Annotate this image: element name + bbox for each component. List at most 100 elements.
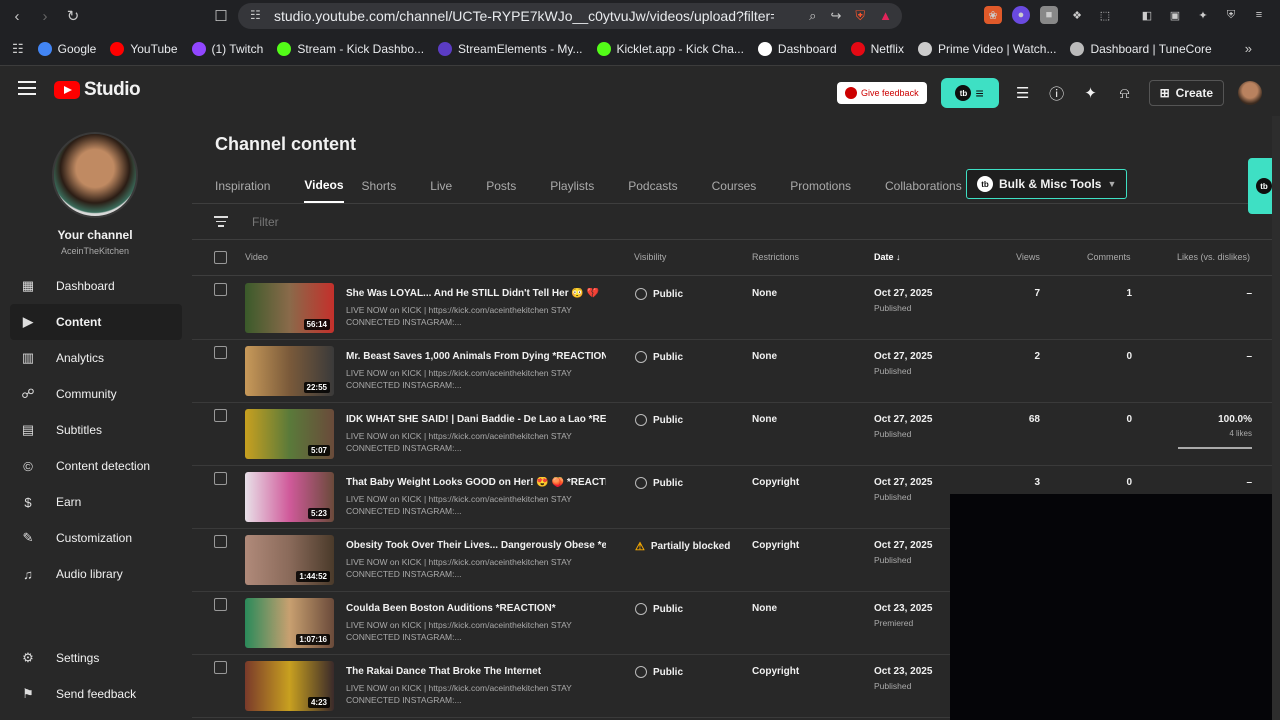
menu-icon[interactable] (18, 81, 36, 95)
screenshot-icon[interactable]: ⬚ (1096, 6, 1114, 24)
sidebar-item-earn[interactable]: $ Earn (10, 484, 182, 520)
extension-icon[interactable]: ● (1012, 6, 1030, 24)
leo-ai-icon[interactable]: ✦ (1194, 6, 1212, 24)
visibility-cell[interactable]: Public (635, 666, 683, 678)
filter-input[interactable]: Filter (252, 215, 279, 229)
sidebar-item-send-feedback[interactable]: ⚑ Send feedback (10, 676, 182, 712)
bookmark-item[interactable]: (1) Twitch (191, 41, 263, 56)
tab-playlists[interactable]: Playlists (550, 169, 610, 203)
bookmark-item[interactable]: Google (37, 41, 96, 56)
table-row[interactable]: 22:55 Mr. Beast Saves 1,000 Animals From … (192, 340, 1280, 403)
video-title[interactable]: That Baby Weight Looks GOOD on Her! 😍 🍑 … (346, 477, 606, 488)
column-views[interactable]: Views (1016, 252, 1040, 262)
sidebar-toggle-icon[interactable]: ◧ (1138, 6, 1156, 24)
sidebar-item-subtitles[interactable]: ▤ Subtitles (10, 412, 182, 448)
bookmark-item[interactable]: Dashboard (757, 41, 837, 56)
bookmark-item[interactable]: YouTube (110, 41, 178, 56)
tab-live[interactable]: Live (430, 169, 468, 203)
restrictions-cell[interactable]: None (752, 288, 777, 299)
video-title[interactable]: She Was LOYAL... And He STILL Didn't Tel… (346, 288, 606, 299)
video-thumbnail[interactable]: 22:55 (245, 346, 334, 396)
wallet-icon[interactable]: ▣ (1166, 6, 1184, 24)
sidebar-item-content-detection[interactable]: © Content detection (10, 448, 182, 484)
tab-collaborations[interactable]: Collaborations (885, 169, 978, 203)
sidebar-item-settings[interactable]: ⚙ Settings (10, 640, 182, 676)
bookmark-item[interactable]: Kicklet.app - Kick Cha... (596, 41, 744, 56)
notifications-icon[interactable]: ⍾ (1115, 85, 1135, 102)
row-checkbox[interactable] (214, 535, 227, 548)
share-icon[interactable]: ↪ (830, 8, 841, 24)
column-date[interactable]: Date ↓ (874, 252, 901, 262)
brave-shield-icon[interactable]: ⛨ (855, 8, 865, 24)
video-thumbnail[interactable]: 1:44:52 (245, 535, 334, 585)
sidebar-item-content[interactable]: ▶ Content (10, 304, 182, 340)
reload-icon[interactable]: ↻ (62, 5, 84, 27)
sparkle-icon[interactable]: ✦ (1081, 84, 1101, 102)
sidebar-item-community[interactable]: ☍ Community (10, 376, 182, 412)
channel-avatar[interactable] (52, 132, 138, 218)
video-thumbnail[interactable]: 4:23 (245, 661, 334, 711)
row-checkbox[interactable] (214, 409, 227, 422)
restrictions-cell[interactable]: Copyright (752, 666, 799, 677)
back-icon[interactable]: ‹ (6, 5, 28, 27)
url-text[interactable]: studio.youtube.com/channel/UCTe-RYPE7kWJ… (274, 8, 774, 24)
sidebar-item-analytics[interactable]: ▥ Analytics (10, 340, 182, 376)
apps-icon[interactable]: ☷ (12, 41, 24, 57)
give-feedback-button[interactable]: Give feedback (837, 82, 927, 104)
row-checkbox[interactable] (214, 283, 227, 296)
bookmark-item[interactable]: StreamElements - My... (438, 41, 583, 56)
bookmark-item[interactable]: Prime Video | Watch... (917, 41, 1056, 56)
create-button[interactable]: ⊞ Create (1148, 80, 1224, 106)
bookmark-item[interactable]: Stream - Kick Dashbo... (277, 41, 424, 56)
messages-icon[interactable]: ☰ (1013, 84, 1033, 102)
address-bar[interactable]: ☷ studio.youtube.com/channel/UCTe-RYPE7k… (238, 3, 902, 29)
video-title[interactable]: Mr. Beast Saves 1,000 Animals From Dying… (346, 351, 606, 362)
video-thumbnail[interactable]: 5:23 (245, 472, 334, 522)
tubebuddy-menu-button[interactable]: tb ≡ (940, 78, 999, 108)
video-title[interactable]: The Rakai Dance That Broke The Internet (346, 666, 606, 677)
restrictions-cell[interactable]: None (752, 351, 777, 362)
sidebar-item-dashboard[interactable]: ▦ Dashboard (10, 268, 182, 304)
extension-icon[interactable]: ■ (1040, 6, 1058, 24)
video-title[interactable]: Obesity Took Over Their Lives... Dangero… (346, 540, 606, 551)
tab-shorts[interactable]: Shorts (362, 169, 413, 203)
restrictions-cell[interactable]: None (752, 414, 777, 425)
column-restrictions[interactable]: Restrictions (752, 252, 799, 262)
video-thumbnail[interactable]: 5:07 (245, 409, 334, 459)
row-checkbox[interactable] (214, 661, 227, 674)
visibility-cell[interactable]: Public (635, 288, 683, 300)
visibility-cell[interactable]: Public (635, 414, 683, 426)
restrictions-cell[interactable]: Copyright (752, 477, 799, 488)
sidebar-item-audio-library[interactable]: ♫ Audio library (10, 556, 182, 592)
brave-rewards-icon[interactable]: ▲ (879, 8, 892, 24)
more-bookmarks-icon[interactable]: » (1245, 41, 1252, 56)
sidebar-item-customization[interactable]: ✎ Customization (10, 520, 182, 556)
column-comments[interactable]: Comments (1087, 252, 1131, 262)
visibility-cell[interactable]: Public (635, 477, 683, 489)
tab-videos[interactable]: Videos (304, 169, 344, 203)
video-title[interactable]: Coulda Been Boston Auditions *REACTION* (346, 603, 606, 614)
table-row[interactable]: 56:14 She Was LOYAL... And He STILL Didn'… (192, 277, 1280, 340)
tab-promotions[interactable]: Promotions (790, 169, 867, 203)
extensions-puzzle-icon[interactable]: ❖ (1068, 6, 1086, 24)
column-likes[interactable]: Likes (vs. dislikes) (1177, 252, 1250, 262)
tab-posts[interactable]: Posts (486, 169, 532, 203)
column-visibility[interactable]: Visibility (634, 252, 666, 262)
menu-icon[interactable]: ≡ (1250, 6, 1268, 24)
video-title[interactable]: IDK WHAT SHE SAID! | Dani Baddie - De La… (346, 414, 606, 425)
help-icon[interactable]: ⓘ (1047, 83, 1067, 104)
site-info-icon[interactable]: ☷ (250, 8, 261, 22)
restrictions-cell[interactable]: None (752, 603, 777, 614)
vpn-icon[interactable]: ⛨ (1222, 6, 1240, 24)
row-checkbox[interactable] (214, 472, 227, 485)
select-all-checkbox[interactable] (214, 251, 227, 264)
table-row[interactable]: 5:07 IDK WHAT SHE SAID! | Dani Baddie - D… (192, 403, 1280, 466)
scrollbar[interactable] (1272, 116, 1280, 720)
visibility-cell[interactable]: Public (635, 351, 683, 363)
bookmark-item[interactable]: Dashboard | TuneCore (1070, 41, 1212, 56)
studio-logo[interactable]: Studio (54, 79, 141, 101)
extension-icon[interactable]: ❀ (984, 6, 1002, 24)
forward-icon[interactable]: › (34, 5, 56, 27)
tab-podcasts[interactable]: Podcasts (628, 169, 693, 203)
bulk-misc-tools-button[interactable]: tb Bulk & Misc Tools ▼ (966, 169, 1128, 199)
